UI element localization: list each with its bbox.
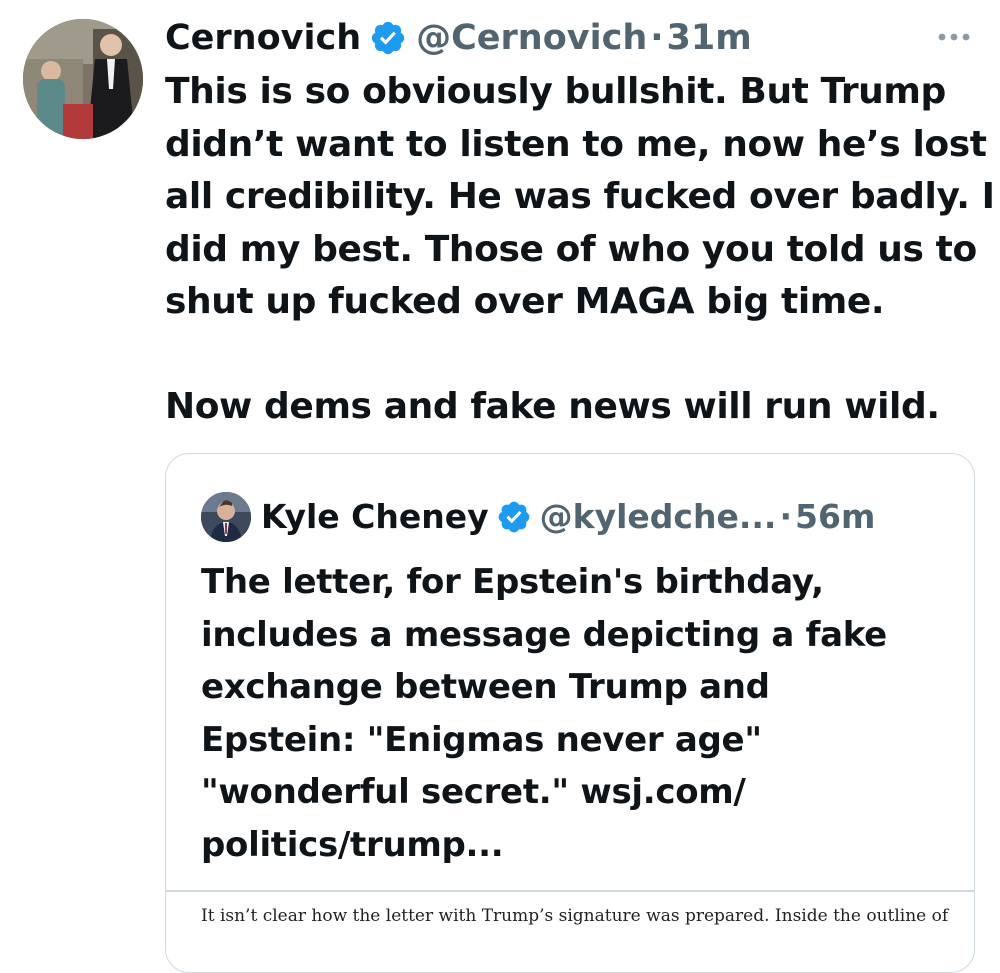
separator-dot: · [650,18,664,58]
quoted-author-avatar[interactable] [201,492,251,542]
quoted-separator-dot: · [779,497,793,536]
tweet[interactable]: Cernovich @Cernovich · 31m This is so ob… [0,0,1000,973]
author-avatar[interactable] [23,19,143,139]
quoted-tweet-header: Kyle Cheney @kyledche... · 56m [261,492,875,542]
quoted-tweet-text: The letter, for Epstein's birthday, incl… [201,562,887,865]
author-handle[interactable]: @Cernovich [416,14,647,62]
quoted-author-display-name[interactable]: Kyle Cheney [261,492,489,542]
quoted-media-article-text[interactable]: It isn’t clear how the letter with Trump… [201,904,961,928]
more-horizontal-icon[interactable] [934,22,974,52]
quoted-media-divider [166,890,974,892]
tweet-text: This is so obviously bullshit. But Trump… [165,71,995,427]
quoted-tweet-timestamp[interactable]: 56m [795,492,875,542]
verified-badge-icon [369,19,407,57]
quoted-author-handle[interactable]: @kyledche... [540,492,777,542]
author-display-name[interactable]: Cernovich [165,14,361,62]
tweet-header: Cernovich @Cernovich · 31m [165,14,752,62]
tweet-timestamp[interactable]: 31m [667,14,752,62]
quoted-verified-badge-icon [496,499,532,535]
quoted-tweet-card[interactable]: Kyle Cheney @kyledche... · 56m The lette… [165,453,975,973]
